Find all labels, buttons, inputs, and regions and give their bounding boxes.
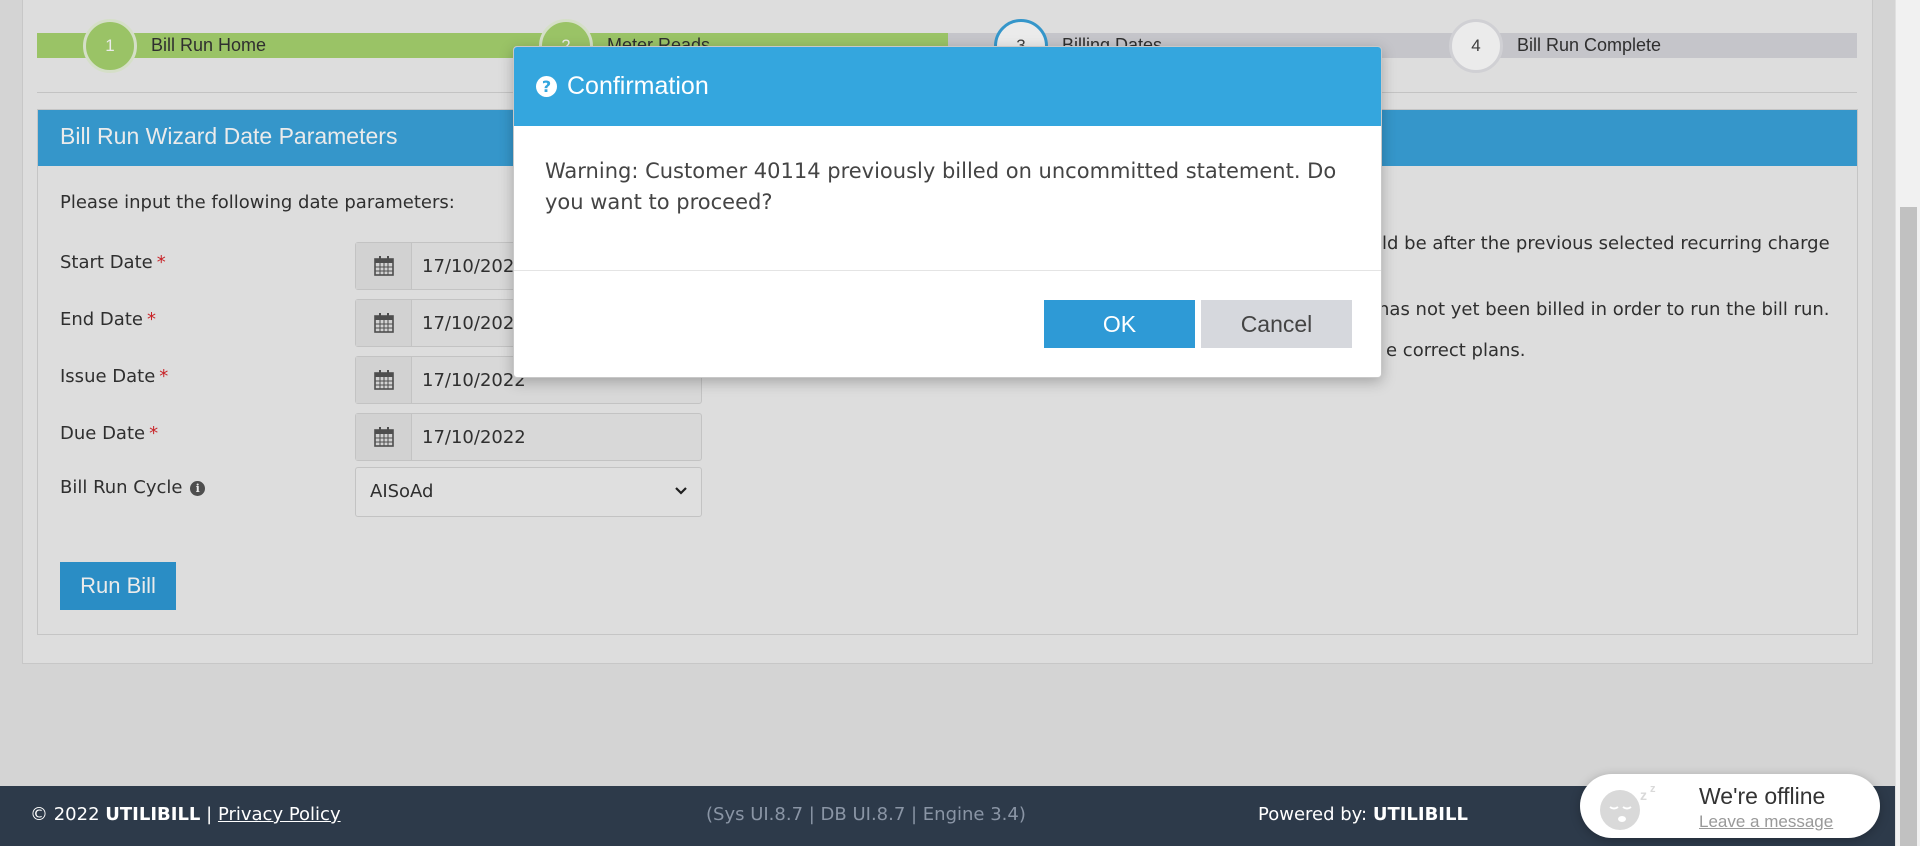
cancel-button[interactable]: Cancel	[1201, 300, 1352, 348]
scrollbar-thumb[interactable]	[1900, 207, 1917, 846]
chat-status: We're offline	[1699, 783, 1826, 809]
confirmation-dialog: ? Confirmation Warning: Customer 40114 p…	[513, 46, 1382, 378]
dialog-footer: OK Cancel	[514, 271, 1381, 377]
question-circle-icon: ?	[536, 76, 557, 97]
sleeping-face-icon: z z	[1596, 782, 1666, 832]
powered-by: Powered by: UTILIBILL	[1258, 804, 1468, 825]
svg-text:z: z	[1650, 783, 1656, 795]
version-info: (Sys UI.8.7 | DB UI.8.7 | Engine 3.4)	[706, 804, 1026, 825]
leave-message-link[interactable]: Leave a message	[1699, 812, 1833, 832]
dialog-title: Confirmation	[567, 72, 709, 100]
powered-by-label: Powered by:	[1258, 804, 1368, 825]
footer-copyright: © 2022 UTILIBILL | Privacy Policy	[30, 804, 341, 825]
ok-button[interactable]: OK	[1044, 300, 1195, 348]
svg-text:z: z	[1640, 787, 1647, 803]
chat-widget[interactable]: z z We're offline Leave a message	[1580, 774, 1880, 838]
dialog-message: Warning: Customer 40114 previously bille…	[514, 126, 1381, 271]
vertical-scrollbar[interactable]	[1895, 0, 1920, 846]
privacy-policy-link[interactable]: Privacy Policy	[218, 804, 341, 825]
powered-by-brand: UTILIBILL	[1372, 804, 1468, 825]
footer-separator: |	[206, 804, 213, 825]
footer-brand: UTILIBILL	[105, 804, 201, 825]
copyright-text: © 2022	[30, 804, 100, 825]
dialog-header: ? Confirmation	[514, 47, 1381, 126]
